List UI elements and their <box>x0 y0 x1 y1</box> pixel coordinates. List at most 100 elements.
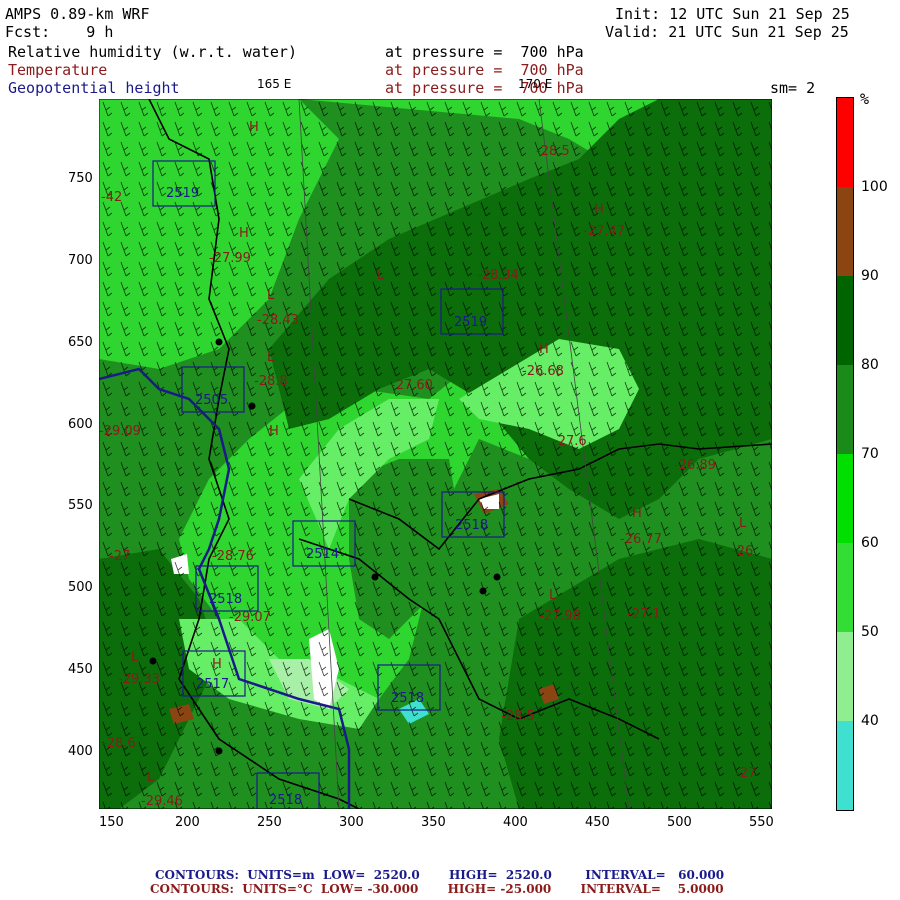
colorbar-label: 40 <box>861 713 879 729</box>
colorbar-seg-50-60 <box>837 543 853 632</box>
lon-label-165e: 165 E <box>257 77 292 91</box>
y-tick: 700 <box>68 253 93 268</box>
footer-temp-contours: CONTOURS: UNITS=°C LOW= -30.000 HIGH= -2… <box>150 882 724 896</box>
colorbar <box>836 97 854 811</box>
x-tick: 400 <box>503 815 528 830</box>
colorbar-seg-90-100 <box>837 187 853 276</box>
colorbar-label: 90 <box>861 268 879 284</box>
temp-label: -29.07 <box>229 610 271 625</box>
low-marker: L <box>267 350 275 365</box>
colorbar-seg-100 <box>837 98 853 187</box>
height-label: 2517 <box>196 677 229 692</box>
station-dot <box>215 747 223 755</box>
rh-map: 2519 2505 2519 2514 2518 2518 2517 2518 … <box>99 99 772 809</box>
temp-label: -27.6 <box>553 434 587 449</box>
temp-label: -28.76 <box>212 549 254 564</box>
y-tick: 650 <box>68 335 93 350</box>
low-marker: L <box>739 516 747 531</box>
field-height-title: Geopotential height <box>8 79 180 97</box>
low-marker: L <box>147 770 155 785</box>
temp-label: -27 <box>109 549 130 564</box>
temp-label: -26.68 <box>522 364 564 379</box>
temp-label: -27.47 <box>583 224 625 239</box>
low-marker: L <box>131 650 139 665</box>
x-tick: 500 <box>667 815 692 830</box>
high-marker: H <box>632 506 642 521</box>
height-label: 2519 <box>454 315 487 330</box>
temp-label: -26.77 <box>620 532 662 547</box>
x-tick: 300 <box>339 815 364 830</box>
colorbar-unit: % <box>860 90 870 108</box>
x-tick: 250 <box>257 815 282 830</box>
height-label: 2518 <box>209 592 242 607</box>
lon-label-170e: 170 E <box>518 77 553 91</box>
high-marker: H <box>594 202 604 217</box>
field-rh-level: at pressure = 700 hPa <box>385 43 584 61</box>
footer-height-contours: CONTOURS: UNITS=m LOW= 2520.0 HIGH= 2520… <box>155 868 725 882</box>
y-tick: 550 <box>68 498 93 513</box>
init-time: Init: 12 UTC Sun 21 Sep 25 <box>615 5 850 23</box>
colorbar-seg-30-40 <box>837 721 853 810</box>
colorbar-seg-40-50 <box>837 632 853 721</box>
y-tick: 500 <box>68 580 93 595</box>
temp-label: -27.99 <box>209 251 251 266</box>
station-dot <box>479 587 487 595</box>
model-title: AMPS 0.89-km WRF <box>5 5 150 23</box>
high-marker: H <box>539 342 549 357</box>
colorbar-seg-80-90 <box>837 276 853 365</box>
high-marker: H <box>269 424 279 439</box>
height-label: 2514 <box>306 547 339 562</box>
temp-label: -28.5 <box>536 144 570 159</box>
y-tick: 600 <box>68 417 93 432</box>
colorbar-label: 100 <box>861 179 888 195</box>
station-dot <box>215 338 223 346</box>
x-tick: 150 <box>99 815 124 830</box>
high-marker: H <box>249 120 259 135</box>
temp-label: -28.43 <box>257 313 299 328</box>
temp-label: -28.8 <box>254 374 288 389</box>
field-rh-title: Relative humidity (w.r.t. water) <box>8 43 297 61</box>
height-label: 2519 <box>166 186 199 201</box>
field-temp-level: at pressure = 700 hPa <box>385 61 584 79</box>
temp-label: -28.6 <box>102 736 136 751</box>
temp-label: -29.46 <box>141 794 183 809</box>
temp-label: -29.09 <box>99 424 141 439</box>
forecast-hour: Fcst: 9 h <box>5 23 114 41</box>
low-marker: L <box>377 268 385 283</box>
x-tick: 350 <box>421 815 446 830</box>
x-tick: 450 <box>585 815 610 830</box>
temp-label: -28.34 <box>477 268 519 283</box>
valid-time: Valid: 21 UTC Sun 21 Sep 25 <box>605 23 849 41</box>
temp-label: -27 <box>735 766 756 781</box>
temp-label: -27.1 <box>627 607 661 622</box>
station-dot <box>493 573 501 581</box>
high-marker: H <box>212 657 222 672</box>
height-label: 2518 <box>391 691 424 706</box>
station-dot <box>248 402 256 410</box>
station-dot <box>371 573 379 581</box>
colorbar-seg-70-80 <box>837 365 853 454</box>
colorbar-label: 50 <box>861 624 879 640</box>
high-marker: H <box>239 226 249 241</box>
smoothing-label: sm= 2 <box>770 79 816 97</box>
temp-label: -26 <box>732 544 753 559</box>
colorbar-label: 80 <box>861 357 879 373</box>
colorbar-label: 60 <box>861 535 879 551</box>
x-tick: 200 <box>175 815 200 830</box>
colorbar-seg-60-70 <box>837 454 853 543</box>
y-tick: 400 <box>68 744 93 759</box>
temp-label: -28.5 <box>501 709 535 724</box>
temp-label: -26.89 <box>674 458 716 473</box>
x-tick: 550 <box>749 815 774 830</box>
height-label: 2505 <box>195 393 228 408</box>
low-marker: L <box>549 588 557 603</box>
y-tick: 750 <box>68 171 93 186</box>
temp-label: -27.98 <box>539 609 581 624</box>
y-tick: 450 <box>68 662 93 677</box>
low-marker: L <box>267 288 275 303</box>
height-label: 2518 <box>455 518 488 533</box>
temp-label: -29.33 <box>118 672 160 687</box>
height-label: 2518 <box>269 793 302 808</box>
field-height-level: at pressure = 700 hPa <box>385 79 584 97</box>
colorbar-label: 70 <box>861 446 879 462</box>
